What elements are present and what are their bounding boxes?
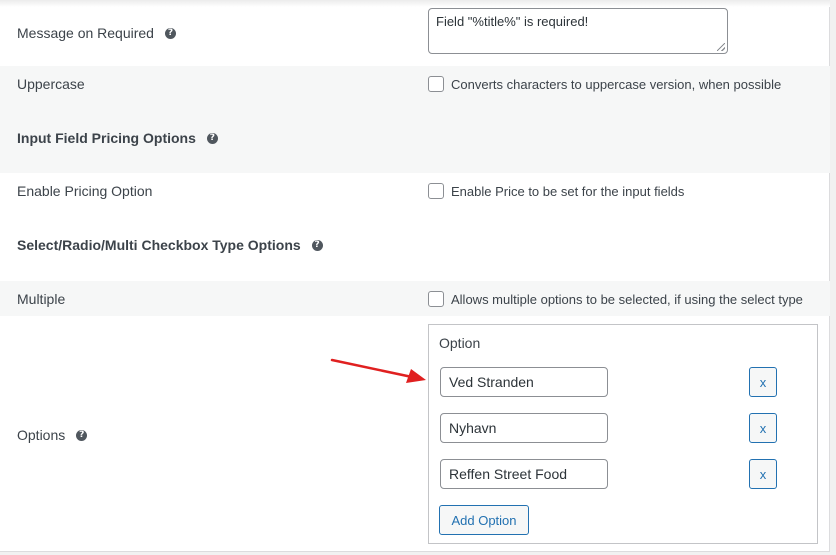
enable-pricing-checkbox-label: Enable Price to be set for the input fie…	[451, 183, 685, 199]
field-settings-panel: Message on Required ? Field "%title%" is…	[0, 0, 830, 552]
options-label: Options ?	[17, 427, 88, 443]
row-message-required: Message on Required ? Field "%title%" is…	[0, 0, 830, 66]
remove-option-button-1[interactable]: x	[749, 367, 777, 397]
multiple-checkbox-group[interactable]: Allows multiple options to be selected, …	[428, 291, 803, 307]
red-arrow-icon	[330, 358, 426, 383]
question-circle-icon[interactable]: ?	[164, 27, 176, 39]
add-option-button[interactable]: Add Option	[439, 505, 529, 535]
row-uppercase: Uppercase Converts characters to upperca…	[0, 66, 830, 102]
option-column-header: Option	[439, 335, 481, 351]
message-required-label: Message on Required ?	[17, 25, 176, 41]
row-pricing-heading: Input Field Pricing Options ?	[0, 102, 830, 173]
row-select-heading: Select/Radio/Multi Checkbox Type Options…	[0, 209, 830, 281]
enable-pricing-checkbox-group[interactable]: Enable Price to be set for the input fie…	[428, 183, 684, 199]
question-circle-icon[interactable]: ?	[206, 132, 218, 144]
option-input-3[interactable]: Reffen Street Food	[440, 459, 608, 489]
remove-option-button-2[interactable]: x	[749, 413, 777, 443]
uppercase-checkbox[interactable]	[428, 76, 444, 92]
uppercase-checkbox-label: Converts characters to uppercase version…	[451, 76, 782, 92]
resize-handle-icon[interactable]	[717, 43, 725, 51]
option-input-2[interactable]: Nyhavn	[440, 413, 608, 443]
message-required-textarea[interactable]: Field "%title%" is required!	[428, 8, 728, 54]
pricing-section-heading: Input Field Pricing Options ?	[17, 130, 218, 146]
options-table: Option Ved Stranden x Nyhavn x Reffen St…	[428, 324, 818, 544]
row-multiple: Multiple Allows multiple options to be s…	[0, 281, 830, 316]
remove-option-button-3[interactable]: x	[749, 459, 777, 489]
row-enable-pricing: Enable Pricing Option Enable Price to be…	[0, 173, 830, 209]
uppercase-label: Uppercase	[17, 76, 85, 92]
multiple-checkbox-label: Allows multiple options to be selected, …	[451, 291, 803, 307]
enable-pricing-label: Enable Pricing Option	[17, 183, 153, 199]
question-circle-icon[interactable]: ?	[311, 239, 323, 251]
enable-pricing-checkbox[interactable]	[428, 183, 444, 199]
uppercase-checkbox-group[interactable]: Converts characters to uppercase version…	[428, 76, 781, 92]
select-section-heading: Select/Radio/Multi Checkbox Type Options…	[17, 237, 323, 253]
question-circle-icon[interactable]: ?	[76, 429, 88, 441]
multiple-label: Multiple	[17, 291, 66, 307]
multiple-checkbox[interactable]	[428, 291, 444, 307]
option-input-1[interactable]: Ved Stranden	[440, 367, 608, 397]
